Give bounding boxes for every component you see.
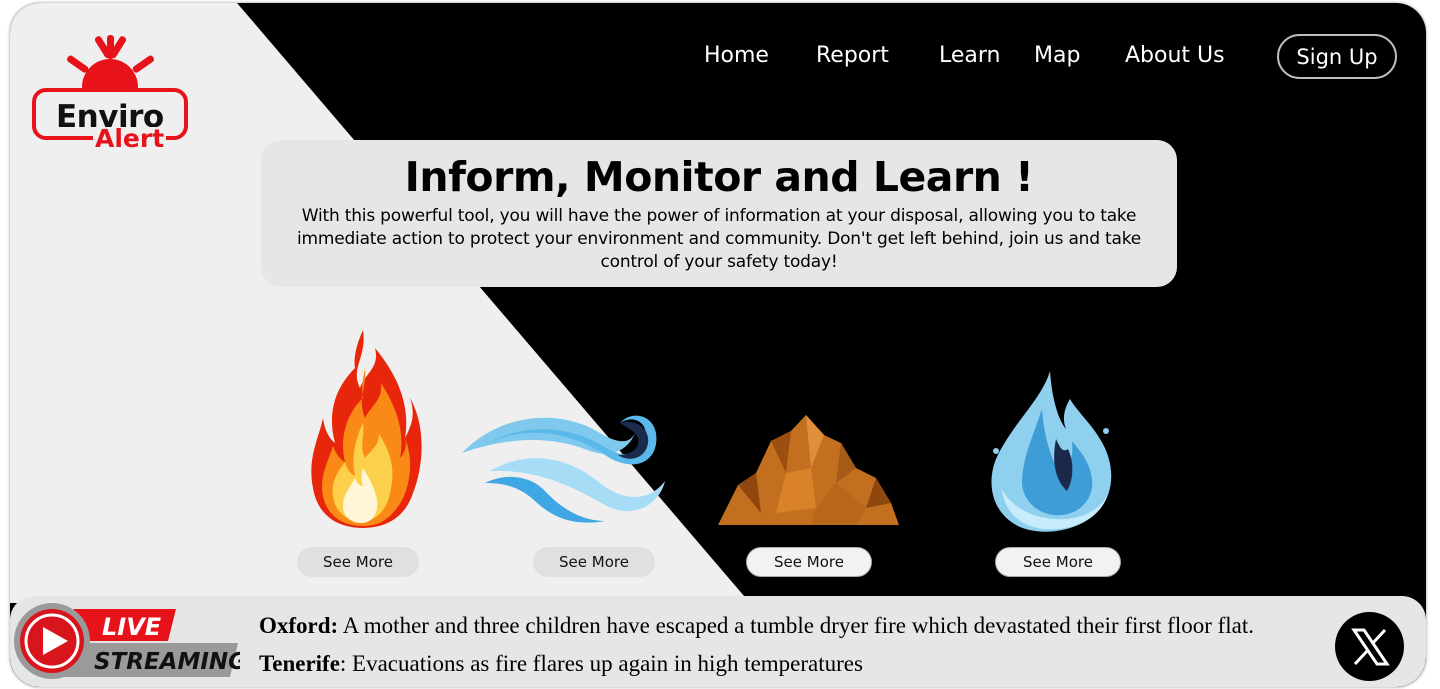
water-icon: [991, 371, 1112, 532]
badge-live-text: LIVE: [102, 613, 162, 641]
fire-icon: [311, 330, 422, 528]
wind-icon: [462, 415, 665, 523]
news-text: A mother and three children have escaped…: [338, 613, 1255, 638]
page-frame: Enviro Alert Home Report Learn Map About…: [10, 3, 1426, 687]
earth-element[interactable]: See More: [716, 413, 901, 577]
top-navigation: Home Report Learn Map About Us: [10, 41, 1426, 81]
hero-panel: Inform, Monitor and Learn ! With this po…: [261, 140, 1177, 287]
nav-learn[interactable]: Learn: [939, 41, 1001, 71]
fire-element[interactable]: See More: [297, 328, 425, 577]
nav-map[interactable]: Map: [1034, 41, 1080, 71]
earth-see-more-button[interactable]: See More: [746, 547, 872, 577]
nav-report[interactable]: Report: [816, 41, 889, 71]
hero-description: With this powerful tool, you will have t…: [296, 206, 1142, 272]
nav-home[interactable]: Home: [704, 41, 769, 71]
sign-up-button[interactable]: Sign Up: [1277, 34, 1397, 79]
fire-see-more-button[interactable]: See More: [297, 547, 419, 577]
water-element[interactable]: See More: [982, 369, 1121, 577]
news-item[interactable]: Oxford: A mother and three children have…: [259, 613, 1254, 639]
wind-element[interactable]: See More: [460, 403, 670, 577]
news-place: Oxford:: [259, 613, 339, 638]
hero-title: Inform, Monitor and Learn !: [404, 153, 1034, 201]
logo-text-alert: Alert: [93, 124, 167, 153]
water-see-more-button[interactable]: See More: [995, 547, 1121, 577]
earth-icon: [718, 415, 899, 525]
x-logo-icon: [1350, 628, 1390, 665]
news-place: Tenerife: [259, 651, 340, 676]
live-streaming-badge[interactable]: LIVE STREAMING: [10, 599, 240, 684]
light-diagonal-panel: [10, 3, 750, 603]
badge-streaming-text: STREAMING: [94, 649, 240, 675]
news-text: : Evacuations as fire flares up again in…: [339, 651, 863, 676]
wind-see-more-button[interactable]: See More: [533, 547, 655, 577]
nav-about-us[interactable]: About Us: [1125, 41, 1225, 71]
news-item[interactable]: Tenerife: Evacuations as fire flares up …: [259, 651, 863, 677]
x-social-button[interactable]: [1335, 612, 1404, 681]
news-ticker: LIVE STREAMING Oxford: A mother and thre…: [10, 596, 1426, 687]
